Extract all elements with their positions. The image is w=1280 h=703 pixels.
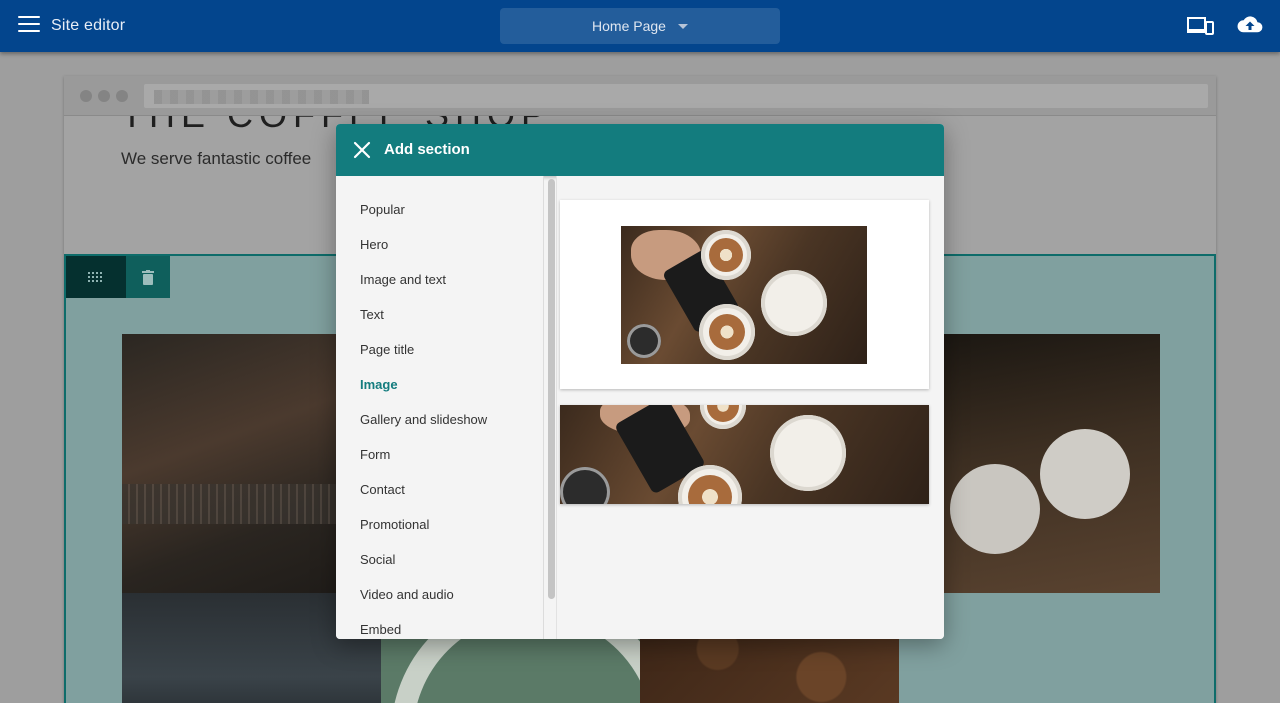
window-dot-icon: [98, 90, 110, 102]
close-icon[interactable]: [350, 138, 374, 162]
image-section-template-full-width[interactable]: [560, 405, 929, 504]
page-selector-label: Home Page: [592, 18, 666, 34]
category-embed[interactable]: Embed: [360, 622, 401, 637]
window-dot-icon: [116, 90, 128, 102]
menu-icon[interactable]: [18, 16, 40, 36]
dialog-header: Add section: [336, 124, 944, 176]
category-social[interactable]: Social: [360, 552, 395, 567]
drag-handle-icon[interactable]: [66, 256, 126, 298]
category-hero[interactable]: Hero: [360, 237, 388, 252]
section-preview-area: [556, 176, 944, 639]
category-image[interactable]: Image: [360, 377, 398, 392]
top-app-bar: Site editor Home Page: [0, 0, 1280, 52]
site-tagline: We serve fantastic coffee: [121, 149, 312, 168]
add-section-dialog: Add section Popular Hero Image and text …: [336, 124, 944, 639]
category-text[interactable]: Text: [360, 307, 384, 322]
category-popular[interactable]: Popular: [360, 202, 405, 217]
gallery-photo-coffee-cups: [930, 334, 1160, 593]
dialog-title: Add section: [384, 141, 470, 158]
image-section-template-framed[interactable]: [560, 200, 929, 389]
category-contact[interactable]: Contact: [360, 482, 405, 497]
blurred-url: [154, 90, 369, 104]
category-list-scrollbar[interactable]: [548, 179, 555, 599]
category-promotional[interactable]: Promotional: [360, 517, 429, 532]
cloud-upload-icon[interactable]: [1237, 14, 1263, 36]
browser-bar: [64, 76, 1216, 116]
template-preview-image: [621, 226, 867, 364]
template-preview-image: [560, 405, 929, 504]
caret-down-icon: [677, 23, 688, 29]
category-image-and-text[interactable]: Image and text: [360, 272, 446, 287]
window-dot-icon: [80, 90, 92, 102]
delete-icon[interactable]: [126, 256, 170, 298]
category-page-title[interactable]: Page title: [360, 342, 414, 357]
category-video-and-audio[interactable]: Video and audio: [360, 587, 454, 602]
category-gallery-and-slideshow[interactable]: Gallery and slideshow: [360, 412, 487, 427]
app-title: Site editor: [51, 17, 126, 34]
section-category-list: Popular Hero Image and text Text Page ti…: [336, 176, 544, 639]
category-form[interactable]: Form: [360, 447, 390, 462]
devices-icon[interactable]: [1187, 16, 1215, 36]
page-selector[interactable]: Home Page: [500, 8, 780, 44]
